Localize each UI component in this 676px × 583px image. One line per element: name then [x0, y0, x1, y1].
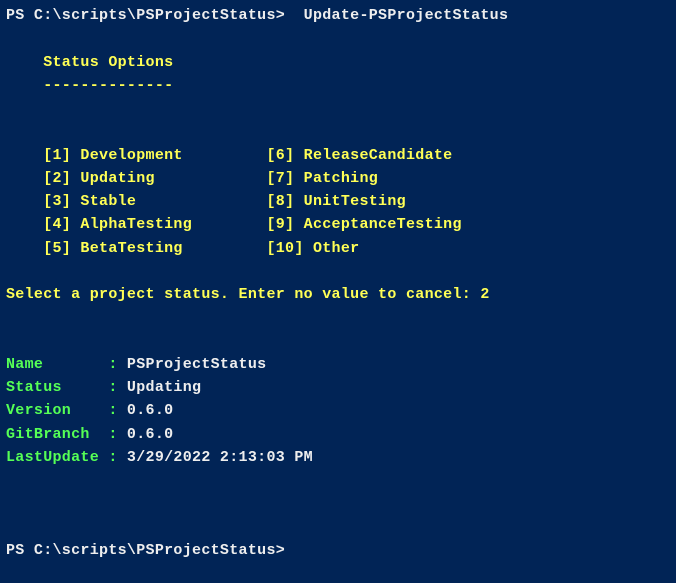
result-lastupdate-value: 3/29/2022 2:13:03 PM	[127, 449, 313, 466]
status-options-underline: --------------	[6, 74, 670, 97]
status-options-header: Status Options	[6, 51, 670, 74]
option-row-4: [4] AlphaTesting [9] AcceptanceTesting	[6, 213, 670, 236]
result-gitbranch: GitBranch : 0.6.0	[6, 423, 670, 446]
result-status-value: Updating	[127, 379, 201, 396]
blank-line	[6, 516, 670, 539]
result-gitbranch-label: GitBranch :	[6, 426, 127, 443]
result-version-value: 0.6.0	[127, 402, 174, 419]
blank-line	[6, 260, 670, 283]
select-prompt[interactable]: Select a project status. Enter no value …	[6, 283, 670, 306]
blank-line	[6, 469, 670, 492]
result-name-value: PSProjectStatus	[127, 356, 267, 373]
result-lastupdate: LastUpdate : 3/29/2022 2:13:03 PM	[6, 446, 670, 469]
option-row-2: [2] Updating [7] Patching	[6, 167, 670, 190]
option-row-5: [5] BetaTesting [10] Other	[6, 237, 670, 260]
option-row-1: [1] Development [6] ReleaseCandidate	[6, 144, 670, 167]
result-name: Name : PSProjectStatus	[6, 353, 670, 376]
blank-line	[6, 97, 670, 120]
result-version: Version : 0.6.0	[6, 399, 670, 422]
prompt-line-2[interactable]: PS C:\scripts\PSProjectStatus>	[6, 539, 670, 562]
result-gitbranch-value: 0.6.0	[127, 426, 174, 443]
prompt-line-1: PS C:\scripts\PSProjectStatus> Update-PS…	[6, 4, 670, 27]
blank-line	[6, 306, 670, 329]
result-status-label: Status :	[6, 379, 127, 396]
option-row-3: [3] Stable [8] UnitTesting	[6, 190, 670, 213]
result-name-label: Name :	[6, 356, 127, 373]
blank-line	[6, 27, 670, 50]
blank-line	[6, 330, 670, 353]
result-lastupdate-label: LastUpdate :	[6, 449, 127, 466]
blank-line	[6, 120, 670, 143]
blank-line	[6, 492, 670, 515]
result-status: Status : Updating	[6, 376, 670, 399]
result-version-label: Version :	[6, 402, 127, 419]
